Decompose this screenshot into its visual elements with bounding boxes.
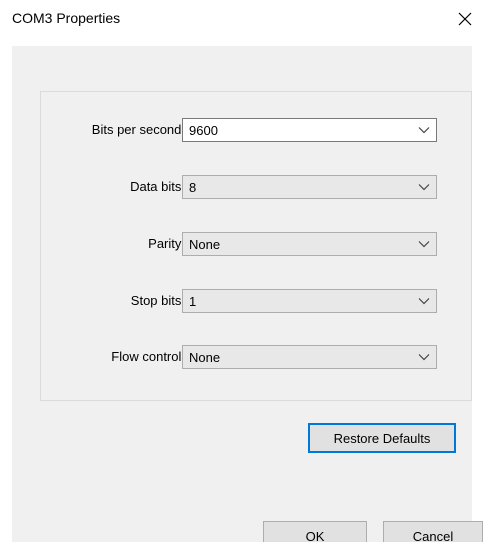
chevron-down-icon[interactable] — [412, 176, 436, 198]
cancel-button[interactable]: Cancel — [383, 521, 483, 542]
window-title: COM3 Properties — [12, 10, 121, 26]
bits-per-second-combobox[interactable]: 9600 — [182, 118, 437, 142]
restore-defaults-button[interactable]: Restore Defaults — [308, 423, 456, 453]
stop-bits-label: Stop bits: — [130, 293, 185, 308]
chevron-down-icon[interactable] — [412, 290, 436, 312]
chevron-down-icon[interactable] — [412, 119, 436, 141]
parity-value: None — [189, 236, 221, 252]
stop-bits-dropdown[interactable]: 1 — [182, 289, 437, 313]
bits-per-second-value[interactable]: 9600 — [189, 123, 412, 138]
chevron-down-icon[interactable] — [412, 233, 436, 255]
parity-label: Parity: — [148, 236, 185, 251]
title-bar: COM3 Properties — [0, 0, 484, 38]
flow-control-label: Flow control: — [111, 349, 185, 364]
close-icon — [458, 12, 472, 26]
data-bits-label: Data bits: — [130, 179, 185, 194]
dialog-client-area: Bits per second: 9600 Data bits: 8 Parit… — [12, 46, 483, 542]
parity-dropdown[interactable]: None — [182, 232, 437, 256]
data-bits-dropdown[interactable]: 8 — [182, 175, 437, 199]
stop-bits-value: 1 — [189, 293, 197, 309]
data-bits-value: 8 — [189, 179, 197, 195]
flow-control-value: None — [189, 349, 221, 365]
chevron-down-icon[interactable] — [412, 346, 436, 368]
com-properties-dialog: COM3 Properties Bits per second: 9600 Da… — [0, 0, 484, 542]
close-button[interactable] — [446, 0, 484, 38]
flow-control-dropdown[interactable]: None — [182, 345, 437, 369]
ok-button[interactable]: OK — [263, 521, 367, 542]
bits-per-second-label: Bits per second: — [91, 122, 185, 137]
